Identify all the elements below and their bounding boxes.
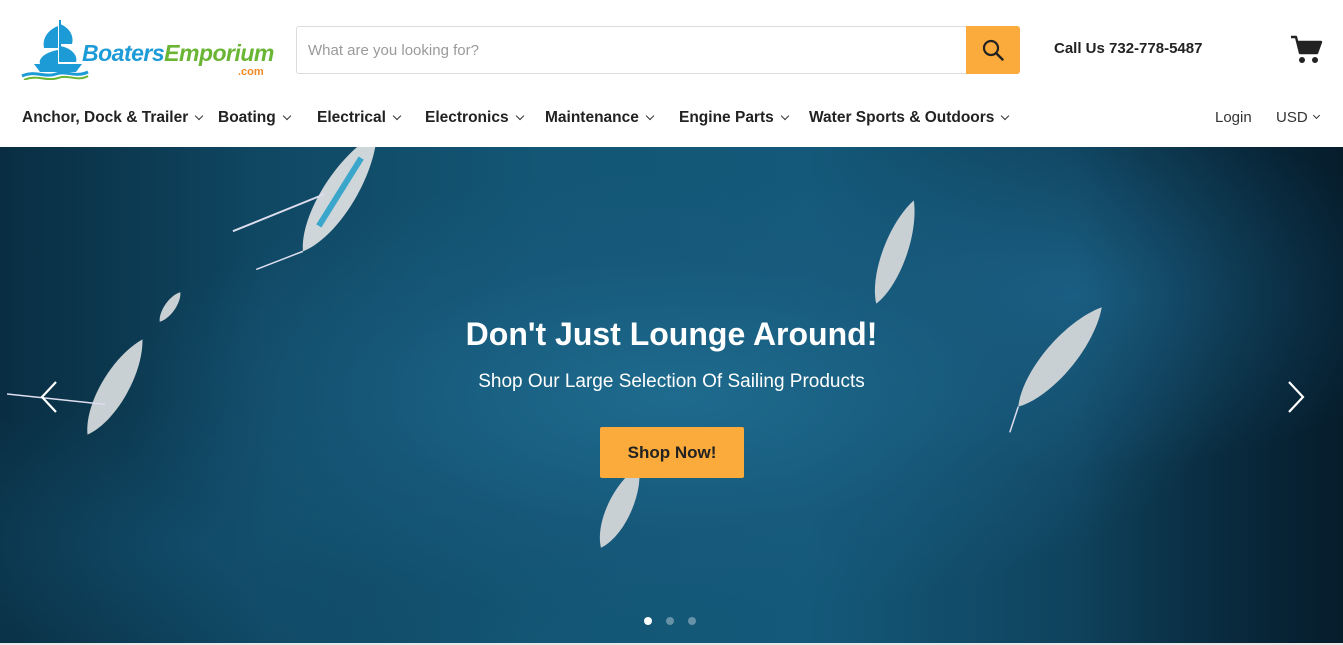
nav-item-label: Maintenance (545, 109, 639, 126)
shop-now-button[interactable]: Shop Now! (600, 427, 744, 478)
slide-indicators (644, 617, 696, 625)
logo-text-com: .com (238, 66, 264, 78)
nav-item-electrical[interactable]: Electrical (317, 109, 402, 127)
ship-logo-icon (21, 20, 89, 80)
nav-item-electronics[interactable]: Electronics (425, 109, 524, 127)
hero-subtitle: Shop Our Large Selection Of Sailing Prod… (478, 371, 865, 392)
nav-item-maintenance[interactable]: Maintenance (545, 109, 655, 127)
search-icon (982, 39, 1004, 61)
nav-item-label: Water Sports & Outdoors (809, 109, 995, 126)
nav-item-boating[interactable]: Boating (218, 109, 291, 127)
cart-button[interactable] (1290, 34, 1324, 66)
cart-icon (1291, 35, 1323, 63)
login-link[interactable]: Login (1215, 109, 1252, 126)
logo-wordmark: BoatersEmporium (82, 40, 274, 67)
logo-text-emporium: Emporium (164, 40, 274, 66)
nav-item-label: Engine Parts (679, 109, 774, 126)
currency-selector[interactable]: USD (1276, 109, 1320, 126)
chevron-down-icon (780, 111, 789, 121)
slide-dot-1[interactable] (644, 617, 652, 625)
nav-item-water-sports-outdoors[interactable]: Water Sports & Outdoors (809, 109, 1010, 127)
previous-slide-button[interactable] (38, 379, 62, 415)
chevron-down-icon (282, 111, 291, 121)
hero-title: Don't Just Lounge Around! (465, 316, 878, 352)
hero-slider: Don't Just Lounge Around! Shop Our Large… (0, 147, 1343, 643)
nav-item-label: Electrical (317, 109, 386, 126)
nav-item-label: Electronics (425, 109, 509, 126)
logo[interactable]: BoatersEmporium .com (20, 18, 275, 82)
search-button[interactable] (966, 26, 1020, 74)
nav-item-label: Boating (218, 109, 276, 126)
chevron-left-icon (40, 381, 57, 413)
nav-item-anchor-dock-trailer[interactable]: Anchor, Dock & Trailer (22, 109, 204, 127)
chevron-down-icon (515, 111, 524, 121)
chevron-down-icon (392, 111, 402, 121)
next-slide-button[interactable] (1283, 379, 1307, 415)
site-header: BoatersEmporium .com Call Us 732-778-548… (0, 0, 1343, 96)
nav-item-engine-parts[interactable]: Engine Parts (679, 109, 789, 127)
main-nav: Anchor, Dock & Trailer Boating Electrica… (0, 96, 1343, 146)
chevron-right-icon (1288, 381, 1305, 413)
search-bar (296, 26, 1020, 74)
phone-number[interactable]: Call Us 732-778-5487 (1054, 40, 1202, 57)
nav-item-label: Anchor, Dock & Trailer (22, 109, 189, 126)
slide-dot-2[interactable] (666, 617, 674, 625)
chevron-down-icon (1312, 111, 1320, 120)
logo-text-boaters: Boaters (82, 40, 165, 66)
slide-dot-3[interactable] (688, 617, 696, 625)
chevron-down-icon (645, 111, 655, 121)
hero-background-image (6, 147, 1102, 548)
chevron-down-icon (195, 111, 204, 121)
currency-label: USD (1276, 109, 1308, 126)
chevron-down-icon (1001, 111, 1010, 121)
search-input[interactable] (297, 27, 967, 73)
